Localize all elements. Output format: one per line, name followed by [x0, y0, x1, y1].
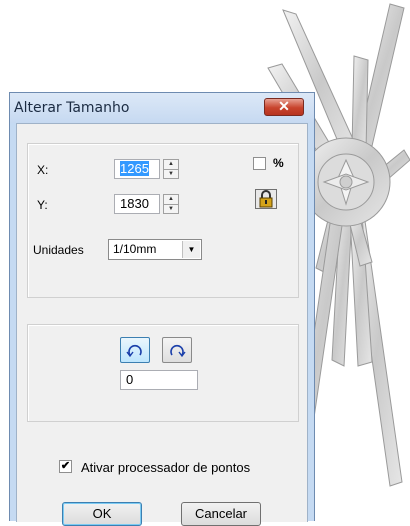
percent-label: % [273, 156, 284, 170]
resize-dialog: Alterar Tamanho ✕ X: 1265 ▲ ▼ % Y: 1830 … [9, 92, 315, 526]
dialog-client-area: X: 1265 ▲ ▼ % Y: 1830 ▲ ▼ Unidades 1/10m… [16, 123, 308, 526]
rotate-clockwise-button[interactable] [162, 337, 192, 363]
x-spinner[interactable]: ▲ ▼ [163, 159, 179, 179]
x-input[interactable]: 1265 [114, 159, 160, 179]
close-icon: ✕ [278, 98, 290, 114]
rotate-counterclockwise-icon [126, 344, 142, 358]
lock-icon [259, 190, 273, 208]
y-spin-down-icon[interactable]: ▼ [164, 205, 178, 214]
units-selected-value: 1/10mm [113, 242, 157, 256]
close-button[interactable]: ✕ [264, 98, 304, 116]
cancel-button[interactable]: Cancelar [181, 502, 261, 526]
y-spinner[interactable]: ▲ ▼ [163, 194, 179, 214]
rotate-clockwise-icon [170, 344, 186, 358]
x-label: X: [37, 163, 49, 177]
rotate-counterclockwise-button[interactable] [120, 337, 150, 363]
x-spin-down-icon[interactable]: ▼ [164, 170, 178, 179]
units-select[interactable]: 1/10mm ▼ [108, 239, 202, 260]
percent-checkbox[interactable] [253, 157, 266, 170]
ok-button[interactable]: OK [62, 502, 142, 526]
workspace-left-margin [0, 0, 9, 521]
y-input[interactable]: 1830 [114, 194, 160, 214]
y-label: Y: [37, 198, 48, 212]
x-spin-up-icon[interactable]: ▲ [164, 160, 178, 170]
aspect-lock-button[interactable] [255, 189, 277, 209]
dialog-title: Alterar Tamanho [14, 100, 130, 116]
stitch-processor-label: Ativar processador de pontos [81, 460, 251, 475]
dialog-title-bar[interactable]: Alterar Tamanho ✕ [10, 93, 314, 123]
rotation-angle-input[interactable]: 0 [120, 370, 198, 390]
stitch-processor-checkbox[interactable]: ✔ [59, 460, 72, 473]
chevron-down-icon[interactable]: ▼ [182, 241, 200, 258]
y-spin-up-icon[interactable]: ▲ [164, 195, 178, 205]
units-label: Unidades [33, 243, 84, 257]
x-input-value: 1265 [120, 161, 149, 176]
